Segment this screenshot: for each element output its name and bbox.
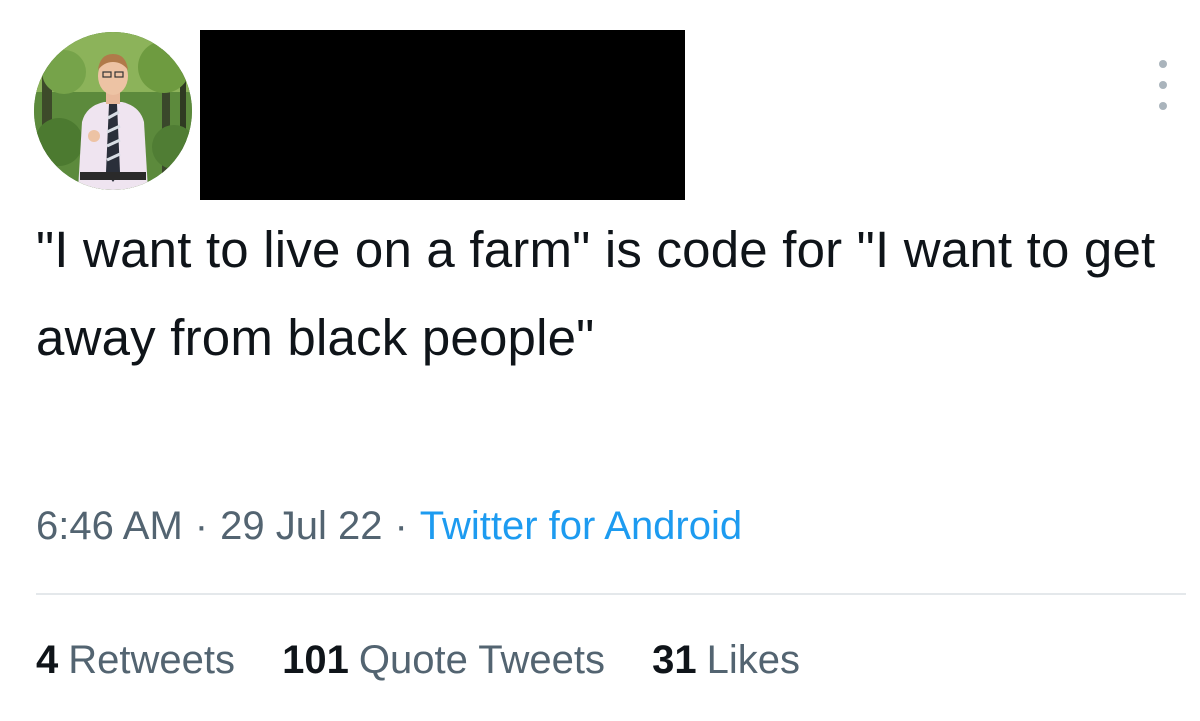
avatar[interactable] xyxy=(34,32,192,190)
more-vertical-icon[interactable] xyxy=(1150,60,1176,110)
quote-tweets-count: 101 xyxy=(282,638,349,682)
meta-separator: · xyxy=(194,504,209,548)
quote-tweets-stat[interactable]: 101 Quote Tweets xyxy=(282,638,605,682)
tweet-stats: 4 Retweets 101 Quote Tweets 31 Likes xyxy=(36,632,800,688)
tweet-time[interactable]: 6:46 AM xyxy=(36,504,183,548)
likes-label: Likes xyxy=(706,638,800,682)
likes-count: 31 xyxy=(652,638,697,682)
tweet-card: "I want to live on a farm" is code for "… xyxy=(0,0,1200,721)
quote-tweets-label: Quote Tweets xyxy=(358,638,605,682)
more-dot xyxy=(1159,81,1167,89)
tweet-meta: 6:46 AM · 29 Jul 22 · Twitter for Android xyxy=(36,498,742,554)
tweet-text: "I want to live on a farm" is code for "… xyxy=(36,221,1170,366)
avatar-photo xyxy=(34,32,192,190)
more-dot xyxy=(1159,102,1167,110)
divider xyxy=(36,593,1186,595)
tweet-date[interactable]: 29 Jul 22 xyxy=(220,504,382,548)
tweet-source-link[interactable]: Twitter for Android xyxy=(420,504,742,548)
meta-separator: · xyxy=(394,504,408,548)
redacted-username xyxy=(200,30,685,200)
retweets-count: 4 xyxy=(36,638,59,682)
retweets-stat[interactable]: 4 Retweets xyxy=(36,638,235,682)
retweets-label: Retweets xyxy=(68,638,235,682)
likes-stat[interactable]: 31 Likes xyxy=(652,638,800,682)
more-dot xyxy=(1159,60,1167,68)
